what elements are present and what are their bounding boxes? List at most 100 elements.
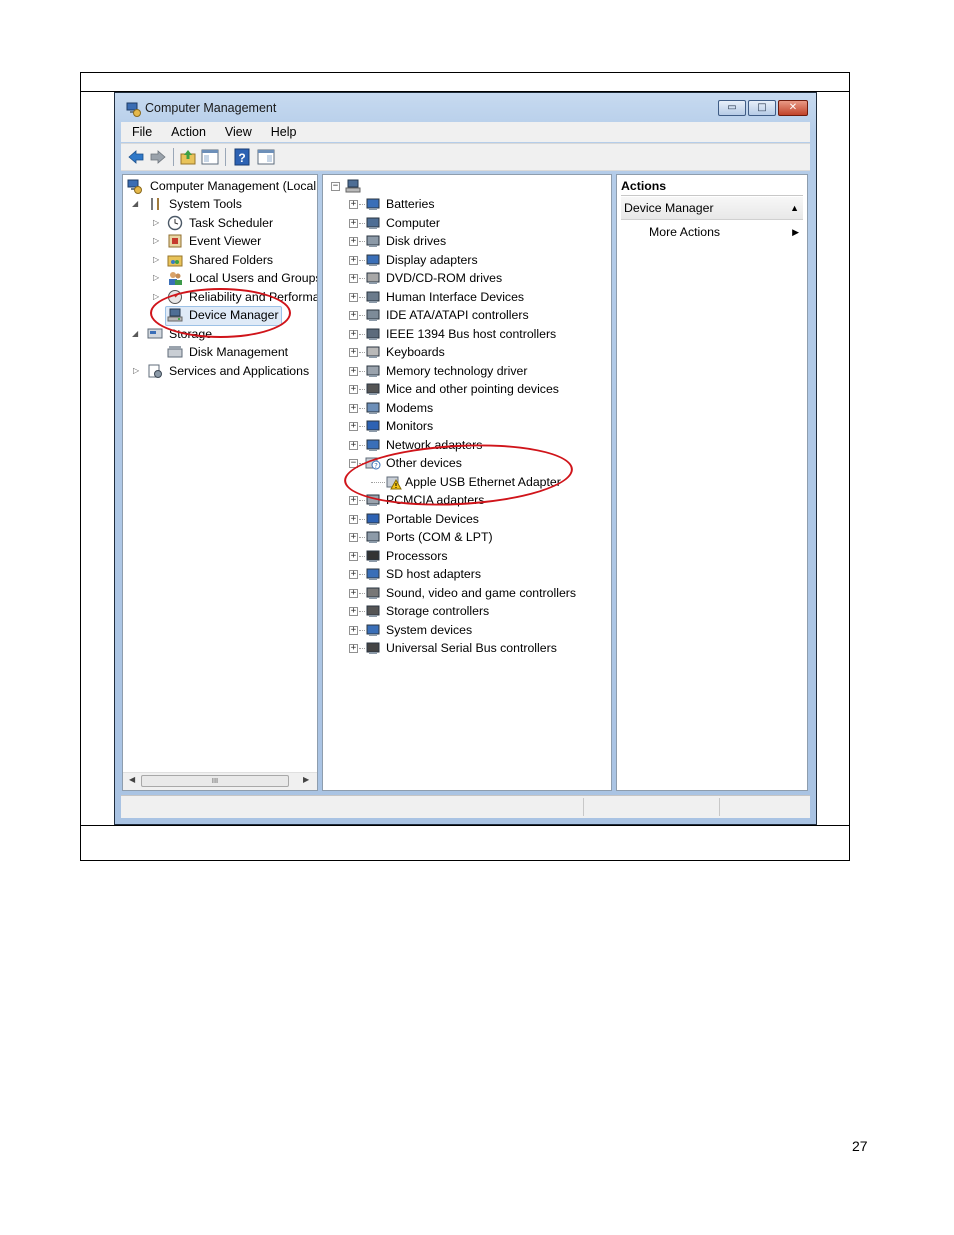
scroll-left-icon[interactable]: ◀ — [129, 775, 135, 784]
tree-item-task-scheduler[interactable]: ▷ Task Scheduler — [123, 214, 317, 232]
expand-icon[interactable]: + — [349, 514, 358, 524]
expand-icon[interactable]: ▷ — [153, 232, 159, 250]
show-hide-tree-icon[interactable] — [201, 148, 219, 166]
device-category-dvd-cd-rom-drives[interactable]: + DVD/CD-ROM drives — [323, 269, 611, 287]
device-category-computer[interactable]: + Computer — [323, 214, 611, 232]
device-label: Universal Serial Bus controllers — [386, 641, 557, 655]
tree-item-label: Disk Management — [189, 345, 289, 359]
storage-controllers-icon — [366, 605, 380, 617]
help-icon[interactable]: ? — [233, 148, 251, 166]
device-category-sound-video-and-game-controllers[interactable]: + Sound, video and game controllers — [323, 584, 611, 602]
universal-serial-bus-controllers-icon — [366, 642, 380, 654]
device-category-ide-ata-atapi-controllers[interactable]: + IDE ATA/ATAPI controllers — [323, 306, 611, 324]
device-category-sd-host-adapters[interactable]: + SD host adapters — [323, 565, 611, 583]
expand-icon[interactable]: + — [349, 329, 358, 339]
device-category-portable-devices[interactable]: + Portable Devices — [323, 510, 611, 528]
expand-icon[interactable]: + — [349, 200, 358, 209]
scroll-right-icon[interactable]: ▶ — [303, 775, 309, 784]
expand-icon[interactable]: + — [349, 551, 358, 561]
expand-icon[interactable]: + — [349, 533, 358, 542]
device-tree-root[interactable]: − — [329, 177, 389, 195]
device-category-storage-controllers[interactable]: + Storage controllers — [323, 602, 611, 620]
collapse-icon[interactable]: − — [331, 182, 340, 191]
expand-icon[interactable]: ▷ — [153, 251, 159, 269]
close-button[interactable]: ✕ — [778, 100, 808, 116]
expand-icon[interactable]: + — [349, 403, 358, 413]
device-category-keyboards[interactable]: + Keyboards — [323, 343, 611, 361]
device-category-disk-drives[interactable]: + Disk drives — [323, 232, 611, 250]
disk-management-icon — [167, 346, 183, 358]
menu-help[interactable]: Help — [260, 125, 305, 139]
device-category-ports-com-lpt[interactable]: + Ports (COM & LPT) — [323, 528, 611, 546]
device-category-display-adapters[interactable]: + Display adapters — [323, 251, 611, 269]
tree-item-label: Task Scheduler — [189, 216, 274, 230]
tree-item-disk-management[interactable]: Disk Management — [123, 343, 317, 361]
collapse-icon[interactable]: ◢ — [132, 195, 138, 213]
tree-item-local-users-and-groups[interactable]: ▷ Local Users and Groups — [123, 269, 317, 287]
menu-action[interactable]: Action — [160, 125, 214, 139]
show-hide-action-pane-icon[interactable] — [257, 148, 275, 166]
expand-icon[interactable]: + — [349, 496, 358, 505]
back-icon[interactable] — [127, 148, 145, 166]
expand-icon[interactable]: + — [349, 644, 358, 653]
expand-icon[interactable]: + — [349, 274, 358, 283]
page-number: 27 — [852, 1138, 868, 1154]
system-devices-icon — [366, 624, 380, 636]
expand-icon[interactable]: + — [349, 348, 358, 357]
tree-item-system-tools[interactable]: ◢ System Tools — [123, 195, 317, 213]
more-actions-item[interactable]: More Actions ▶ — [621, 221, 803, 243]
actions-section-device-manager[interactable]: Device Manager ▲ — [621, 197, 803, 220]
expand-icon[interactable]: + — [349, 366, 358, 376]
collapse-icon[interactable]: ◢ — [132, 325, 138, 343]
up-folder-icon[interactable] — [179, 148, 197, 166]
minimize-button[interactable]: ▭ — [718, 100, 746, 116]
tree-item-event-viewer[interactable]: ▷ Event Viewer — [123, 232, 317, 250]
device-category-batteries[interactable]: + Batteries — [323, 195, 611, 213]
submenu-arrow-icon: ▶ — [792, 227, 799, 237]
scrollbar-thumb[interactable]: III — [141, 775, 289, 787]
tree-item-services-and-applications[interactable]: ▷ Services and Applications — [123, 362, 317, 380]
maximize-button[interactable]: □ — [748, 100, 776, 116]
caption-buttons: ▭ □ ✕ — [716, 100, 808, 116]
device-category-modems[interactable]: + Modems — [323, 399, 611, 417]
device-category-monitors[interactable]: + Monitors — [323, 417, 611, 435]
svg-text:?: ? — [238, 151, 245, 165]
tree-item-shared-folders[interactable]: ▷ Shared Folders — [123, 251, 317, 269]
menu-file[interactable]: File — [121, 125, 160, 139]
annotation-ellipse-device-manager — [150, 288, 291, 338]
forward-icon[interactable] — [149, 148, 167, 166]
device-category-ieee-1394-bus-host-controllers[interactable]: + IEEE 1394 Bus host controllers — [323, 325, 611, 343]
minimize-icon: ▭ — [727, 102, 737, 113]
device-label: IDE ATA/ATAPI controllers — [386, 308, 529, 322]
expand-icon[interactable]: + — [349, 607, 358, 616]
expand-icon[interactable]: + — [349, 311, 358, 320]
device-category-mice-and-other-pointing-devices[interactable]: + Mice and other pointing devices — [323, 380, 611, 398]
expand-icon[interactable]: + — [349, 625, 358, 635]
title-bar[interactable]: Computer Management ▭ □ ✕ — [115, 93, 816, 121]
device-category-system-devices[interactable]: + System devices — [323, 621, 611, 639]
mice-and-other-pointing-devices-icon — [366, 383, 380, 395]
expand-icon[interactable]: + — [349, 570, 358, 579]
horizontal-scrollbar[interactable]: ◀ III ▶ — [123, 772, 317, 790]
expand-icon[interactable]: + — [349, 237, 358, 246]
shared-folder-icon — [167, 255, 183, 267]
expand-icon[interactable]: ▷ — [133, 362, 139, 380]
device-category-universal-serial-bus-controllers[interactable]: + Universal Serial Bus controllers — [323, 639, 611, 657]
device-category-processors[interactable]: + Processors — [323, 547, 611, 565]
expand-icon[interactable]: + — [349, 292, 358, 302]
expand-icon[interactable]: + — [349, 422, 358, 431]
expand-icon[interactable]: ▷ — [153, 214, 159, 232]
expand-icon[interactable]: + — [349, 255, 358, 265]
expand-icon[interactable]: + — [349, 218, 358, 228]
expand-icon[interactable]: + — [349, 385, 358, 394]
device-category-memory-technology-driver[interactable]: + Memory technology driver — [323, 362, 611, 380]
expand-icon[interactable]: + — [349, 440, 358, 450]
device-category-human-interface-devices[interactable]: + Human Interface Devices — [323, 288, 611, 306]
menu-view[interactable]: View — [214, 125, 260, 139]
keyboards-icon — [366, 346, 380, 358]
device-label: Portable Devices — [386, 511, 479, 526]
expand-icon[interactable]: ▷ — [153, 269, 159, 287]
expand-icon[interactable]: + — [349, 588, 358, 598]
modems-icon — [366, 402, 380, 414]
collapse-up-icon[interactable]: ▲ — [790, 197, 799, 219]
